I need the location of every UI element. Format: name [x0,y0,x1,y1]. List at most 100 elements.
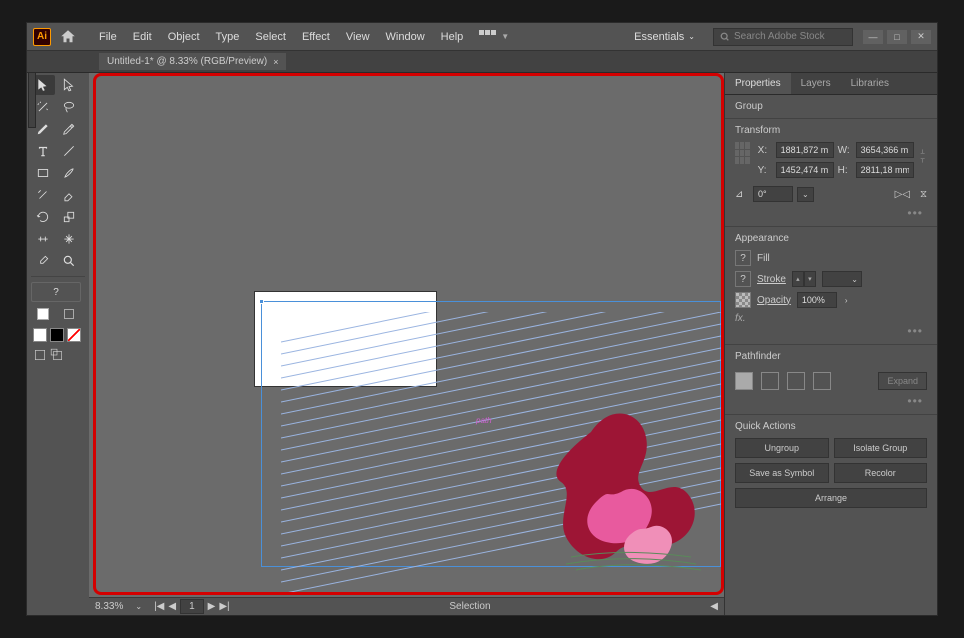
draw-normal[interactable] [33,348,47,362]
curvature-tool[interactable] [57,119,81,139]
color-swatch[interactable] [33,328,47,342]
workspace-switcher[interactable]: Essentials ⌄ [626,31,703,43]
ungroup-button[interactable]: Ungroup [735,438,829,458]
zoom-level[interactable]: 8.33% [95,601,123,612]
intersect-icon[interactable] [787,372,805,390]
selection-section: Group [725,95,937,119]
direct-selection-tool[interactable] [57,75,81,95]
menu-help[interactable]: Help [433,27,472,47]
type-tool[interactable] [31,141,55,161]
minus-front-icon[interactable] [761,372,779,390]
eyedropper-tool[interactable] [31,251,55,271]
rectangle-tool[interactable] [31,163,55,183]
properties-panel: Properties Layers Libraries Group Transf… [724,73,937,615]
gradient-swatch[interactable] [50,328,64,342]
last-artboard[interactable]: ▶| [219,601,229,612]
recolor-button[interactable]: Recolor [834,463,928,483]
scale-tool[interactable] [57,207,81,227]
first-artboard[interactable]: |◀ [154,601,164,612]
isolate-group-button[interactable]: Isolate Group [834,438,928,458]
arrange-docs-icon[interactable] [479,30,499,44]
tab-layers[interactable]: Layers [791,73,841,94]
status-mode: Selection [449,601,490,612]
collapsed-panel-bar[interactable] [28,72,36,128]
unite-icon[interactable] [735,372,753,390]
menu-select[interactable]: Select [247,27,294,47]
artboard-number[interactable]: 1 [180,599,204,614]
menu-window[interactable]: Window [378,27,433,47]
free-transform-tool[interactable] [57,229,81,249]
tools-panel: ? [27,73,89,615]
menu-type[interactable]: Type [208,27,248,47]
brush-tool[interactable] [57,163,81,183]
reference-point[interactable] [735,142,750,164]
zoom-tool[interactable] [57,251,81,271]
canvas-area[interactable]: path 8.33% ⌄ |◀ ◀ 1 ▶ ▶| Selection ◀ [89,73,724,615]
h-input[interactable] [856,162,914,178]
exclude-icon[interactable] [813,372,831,390]
selection-type: Group [735,101,927,112]
close-button[interactable]: ✕ [911,30,931,44]
h-label: H: [838,165,852,176]
fx-label[interactable]: fx. [735,313,927,324]
opacity-input[interactable] [797,292,837,308]
selection-anchor[interactable] [259,299,264,304]
x-input[interactable] [776,142,834,158]
default-fill-stroke[interactable] [57,304,81,324]
stroke-swatch[interactable]: ? [735,271,751,287]
more-options-icon[interactable]: ••• [735,206,927,220]
draw-behind[interactable] [50,348,64,362]
lasso-tool[interactable] [57,97,81,117]
menu-edit[interactable]: Edit [125,27,160,47]
opacity-swatch[interactable] [735,292,751,308]
stroke-weight-stepper[interactable]: ▴▾ [792,271,816,287]
w-label: W: [838,145,852,156]
chevron-down-icon[interactable]: ⌄ [135,602,142,611]
prev-artboard[interactable]: ◀ [168,601,176,612]
fill-swatch[interactable]: ? [735,250,751,266]
opacity-chevron-icon[interactable]: › [843,294,850,307]
link-wh-icon[interactable] [918,142,927,170]
app-logo[interactable]: Ai [33,28,51,46]
more-options-icon[interactable]: ••• [735,394,927,408]
arrange-button[interactable]: Arrange [735,488,927,508]
close-tab-icon[interactable]: × [273,57,278,67]
opacity-label[interactable]: Opacity [757,295,791,306]
angle-input[interactable] [753,186,793,202]
y-input[interactable] [776,162,834,178]
menu-view[interactable]: View [338,27,378,47]
flip-h-icon[interactable]: ▷◁ [895,189,910,200]
edit-toolbar[interactable]: ? [31,282,81,302]
more-options-icon[interactable]: ••• [735,324,927,338]
menu-file[interactable]: File [91,27,125,47]
stroke-label[interactable]: Stroke [757,274,786,285]
maximize-button[interactable]: □ [887,30,907,44]
stroke-weight-dropdown[interactable]: ⌄ [822,271,862,287]
flip-v-icon[interactable]: ⧖ [920,189,927,200]
menu-object[interactable]: Object [160,27,208,47]
artboard-nav: |◀ ◀ 1 ▶ ▶| [154,599,230,614]
none-swatch[interactable] [67,328,81,342]
chevron-down-icon[interactable]: ⌄ [797,187,814,202]
minimize-button[interactable]: — [863,30,883,44]
tab-libraries[interactable]: Libraries [841,73,899,94]
save-symbol-button[interactable]: Save as Symbol [735,463,829,483]
fill-stroke-swap[interactable] [31,304,55,324]
rotate-tool[interactable] [31,207,55,227]
line-tool[interactable] [57,141,81,161]
next-artboard[interactable]: ▶ [208,601,216,612]
menu-effect[interactable]: Effect [294,27,338,47]
appearance-title: Appearance [735,233,927,244]
width-tool[interactable] [31,229,55,249]
expand-button: Expand [878,372,927,390]
tab-properties[interactable]: Properties [725,73,791,94]
scroll-left[interactable]: ◀ [710,601,718,612]
shaper-tool[interactable] [31,185,55,205]
eraser-tool[interactable] [57,185,81,205]
search-input[interactable]: Search Adobe Stock [713,28,853,46]
document-tab[interactable]: Untitled-1* @ 8.33% (RGB/Preview) × [99,53,286,70]
chevron-down-icon: ⌄ [688,32,695,41]
fill-label: Fill [757,253,770,264]
home-icon[interactable] [59,28,77,46]
w-input[interactable] [856,142,914,158]
